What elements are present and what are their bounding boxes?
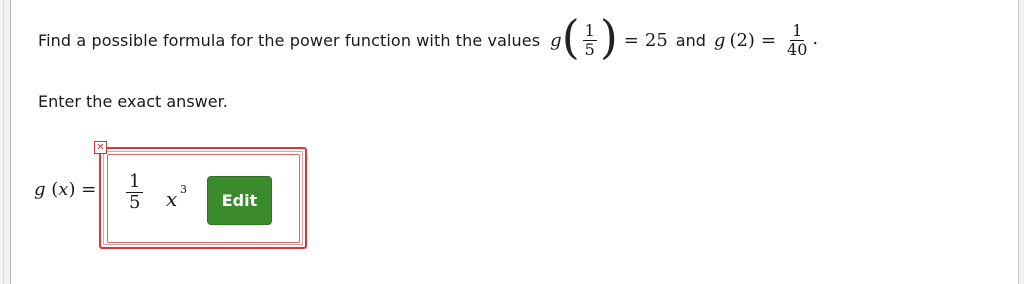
equals-sign-2: = <box>760 29 777 51</box>
answer-exponent: 3 <box>180 183 187 196</box>
argument-numerator: 1 <box>582 20 597 41</box>
argument-fraction: 1 5 <box>582 20 597 59</box>
incorrect-x-icon: ✕ <box>94 141 107 154</box>
value-2-fraction: 1 40 <box>785 20 809 59</box>
window-right-edge <box>1018 0 1024 284</box>
answer-label: g (x) = <box>34 179 97 200</box>
answer-coefficient-denominator: 5 <box>129 192 141 213</box>
value-1: 25 <box>644 29 668 51</box>
argument-denominator: 5 <box>584 39 595 59</box>
function-name-2: g <box>713 29 726 51</box>
question-statement: Find a possible formula for the power fu… <box>38 12 818 68</box>
window-left-edge <box>0 0 11 284</box>
value-2-numerator: 1 <box>790 20 805 41</box>
instruction-text: Enter the exact answer. <box>38 92 228 111</box>
equals-sign: = <box>623 29 639 51</box>
answer-variable: x <box>166 187 178 211</box>
conjunction: and <box>675 30 706 50</box>
edit-button[interactable]: Edit <box>207 176 272 225</box>
value-2-denominator: 40 <box>787 39 808 59</box>
argument-2: (2) <box>729 29 755 51</box>
question-text: Find a possible formula for the power fu… <box>38 30 541 50</box>
function-name: g <box>550 29 562 51</box>
answer-coefficient-numerator: 1 <box>126 172 144 193</box>
end-punctuation: . <box>812 27 819 49</box>
answer-coefficient-fraction: 1 5 <box>126 172 144 213</box>
left-paren: ( <box>561 10 580 64</box>
right-paren: ) <box>599 10 618 64</box>
